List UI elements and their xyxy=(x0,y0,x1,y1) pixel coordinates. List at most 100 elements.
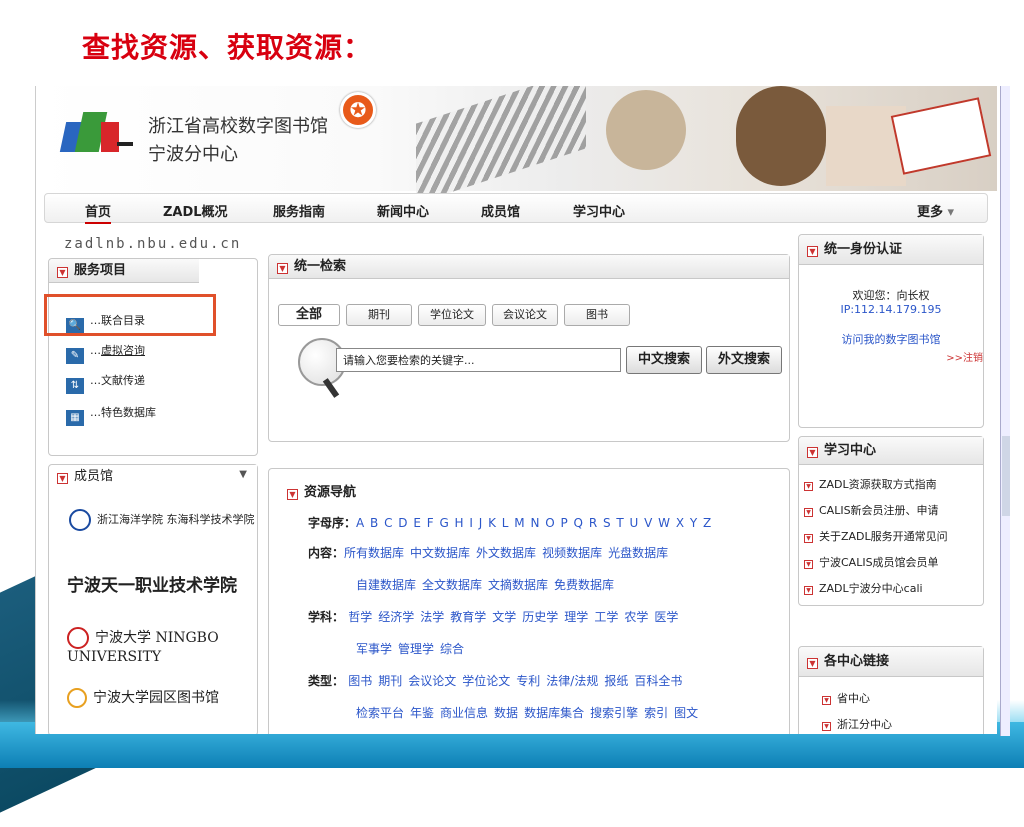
link-cd-db[interactable]: 光盘数据库 xyxy=(608,546,668,560)
link-type-platform[interactable]: 检索平台 xyxy=(356,706,404,720)
subject-row-2: 军事学 管理学 综合 xyxy=(356,640,470,657)
resources-header: ▼ 资源导航 xyxy=(287,481,356,500)
link-type-conference[interactable]: 会议论文 xyxy=(408,674,456,688)
nav-service-guide[interactable]: 服务指南 xyxy=(273,201,325,220)
learn-item-0[interactable]: ▼ ZADL资源获取方式指南 xyxy=(804,476,937,492)
scrollbar[interactable] xyxy=(1000,86,1010,736)
collapse-icon: ▼ xyxy=(807,246,818,257)
tab-journal[interactable]: 期刊 xyxy=(346,304,412,326)
link-fulltext-db[interactable]: 全文数据库 xyxy=(422,578,482,592)
bullet-icon: ▼ xyxy=(822,696,831,705)
link-history[interactable]: 历史学 xyxy=(522,610,558,624)
bullet-icon: ▼ xyxy=(804,508,813,517)
link-agriculture[interactable]: 农学 xyxy=(624,610,648,624)
link-type-db-collection[interactable]: 数据库集合 xyxy=(524,706,584,720)
center-item-1[interactable]: ▼ 浙江分中心 xyxy=(822,716,892,732)
collapse-icon: ▼ xyxy=(807,447,818,458)
member-park-lib[interactable]: 宁波大学园区图书馆 xyxy=(67,687,219,708)
link-medicine[interactable]: 医学 xyxy=(654,610,678,624)
learn-item-4[interactable]: ▼ ZADL宁波分中心cali xyxy=(804,580,923,596)
service-special-db[interactable]: ▦ …特色数据库 xyxy=(66,404,156,426)
link-science[interactable]: 理学 xyxy=(564,610,588,624)
auth-header: ▼ 统一身份认证 xyxy=(799,235,983,265)
search-cn-button[interactable]: 中文搜索 xyxy=(626,346,702,374)
search-en-button[interactable]: 外文搜索 xyxy=(706,346,782,374)
collapse-icon: ▼ xyxy=(277,263,288,274)
collapse-icon: ▼ xyxy=(57,267,68,278)
link-foreign-db[interactable]: 外文数据库 xyxy=(476,546,536,560)
nav-members[interactable]: 成员馆 xyxy=(481,201,520,220)
link-type-data[interactable]: 数据 xyxy=(494,706,518,720)
link-type-index[interactable]: 索引 xyxy=(644,706,668,720)
search-input[interactable]: 请输入您要检索的关键字... xyxy=(336,348,621,372)
nav-news[interactable]: 新闻中心 xyxy=(377,201,429,220)
database-icon: ▦ xyxy=(66,410,84,426)
link-military[interactable]: 军事学 xyxy=(356,642,392,656)
link-type-law[interactable]: 法律/法规 xyxy=(546,674,598,688)
link-type-thesis[interactable]: 学位论文 xyxy=(462,674,510,688)
learn-item-1[interactable]: ▼ CALIS新会员注册、申请 xyxy=(804,502,939,518)
link-type-book[interactable]: 图书 xyxy=(348,674,372,688)
logout-link[interactable]: >>注销 xyxy=(946,349,983,364)
bullet-icon: ▼ xyxy=(804,586,813,595)
highlight-box xyxy=(44,294,216,336)
tab-all[interactable]: 全部 xyxy=(278,304,340,326)
content-row-2: 自建数据库 全文数据库 文摘数据库 免费数据库 xyxy=(356,576,620,593)
learn-item-2[interactable]: ▼ 关于ZADL服务开通常见问 xyxy=(804,528,948,544)
link-comprehensive[interactable]: 综合 xyxy=(440,642,464,656)
service-virtual-ref[interactable]: ✎ …虚拟咨询 xyxy=(66,342,145,364)
member-tianyi[interactable]: 宁波天一职业技术学院 xyxy=(67,571,237,596)
bullet-icon: ▼ xyxy=(822,722,831,731)
site-banner: 浙江省高校数字图书馆 宁波分中心 ✪ xyxy=(36,86,997,204)
link-type-patent[interactable]: 专利 xyxy=(516,674,540,688)
ip-text: IP:112.14.179.195 xyxy=(840,303,942,316)
zjou-seal-icon xyxy=(69,509,91,531)
alpha-links[interactable]: A B C D E F G H I J K L M N O P Q R S T … xyxy=(356,516,712,530)
link-self-built-db[interactable]: 自建数据库 xyxy=(356,578,416,592)
nav-learning[interactable]: 学习中心 xyxy=(573,201,625,220)
service-doc-delivery[interactable]: ⇅ …文献传递 xyxy=(66,372,145,394)
scrollbar-thumb[interactable] xyxy=(1002,436,1010,516)
auth-panel: ▼ 统一身份认证 欢迎您：向长权 IP:112.14.179.195 访问我的数字… xyxy=(798,234,984,428)
members-panel: ▼ 成员馆 ▼ 浙江海洋学院 东海科学技术学院 宁波天一职业技术学院 宁波大学 NI… xyxy=(48,464,258,734)
nav-zadl-overview[interactable]: ZADL概况 xyxy=(163,201,228,220)
site-subtitle: 宁波分中心 xyxy=(148,144,238,165)
edit-icon: ✎ xyxy=(66,348,84,364)
learn-item-3[interactable]: ▼ 宁波CALIS成员馆会员单 xyxy=(804,554,939,570)
link-type-business[interactable]: 商业信息 xyxy=(440,706,488,720)
link-law[interactable]: 法学 xyxy=(420,610,444,624)
search-header: ▼ 统一检索 xyxy=(269,255,789,279)
nav-home[interactable]: 首页 xyxy=(85,201,112,224)
member-nbu[interactable]: 宁波大学 NINGBO UNIVERSITY xyxy=(67,627,257,665)
tab-thesis[interactable]: 学位论文 xyxy=(418,304,486,326)
link-economics[interactable]: 经济学 xyxy=(378,610,414,624)
nav-more[interactable]: 更多 ▾ xyxy=(917,201,954,220)
link-management[interactable]: 管理学 xyxy=(398,642,434,656)
link-education[interactable]: 教育学 xyxy=(450,610,486,624)
link-type-search-engine[interactable]: 搜索引擎 xyxy=(590,706,638,720)
link-type-yearbook[interactable]: 年鉴 xyxy=(410,706,434,720)
link-engineering[interactable]: 工学 xyxy=(594,610,618,624)
tab-conference[interactable]: 会议论文 xyxy=(492,304,558,326)
link-literature[interactable]: 文学 xyxy=(492,610,516,624)
members-header[interactable]: ▼ 成员馆 ▼ xyxy=(49,465,257,489)
link-type-newspaper[interactable]: 报纸 xyxy=(604,674,628,688)
link-free-db[interactable]: 免费数据库 xyxy=(554,578,614,592)
link-all-db[interactable]: 所有数据库 xyxy=(344,546,404,560)
link-abstract-db[interactable]: 文摘数据库 xyxy=(488,578,548,592)
tab-book[interactable]: 图书 xyxy=(564,304,630,326)
link-type-encyclopedia[interactable]: 百科全书 xyxy=(634,674,682,688)
link-type-journal[interactable]: 期刊 xyxy=(378,674,402,688)
bullet-icon: ▼ xyxy=(804,482,813,491)
link-type-image-text[interactable]: 图文 xyxy=(674,706,698,720)
member-zjou[interactable]: 浙江海洋学院 东海科学技术学院 xyxy=(69,509,255,531)
chevron-down-icon: ▼ xyxy=(239,469,247,480)
center-item-0[interactable]: ▼ 省中心 xyxy=(822,690,870,706)
link-philosophy[interactable]: 哲学 xyxy=(348,610,372,624)
my-library-link[interactable]: 访问我的数字图书馆 xyxy=(799,331,983,347)
services-header[interactable]: ▼ 服务项目 xyxy=(49,259,199,283)
link-video-db[interactable]: 视频数据库 xyxy=(542,546,602,560)
link-cn-db[interactable]: 中文数据库 xyxy=(410,546,470,560)
centers-header: ▼ 各中心链接 xyxy=(799,647,983,677)
welcome-text: 欢迎您：向长权 xyxy=(852,289,930,302)
